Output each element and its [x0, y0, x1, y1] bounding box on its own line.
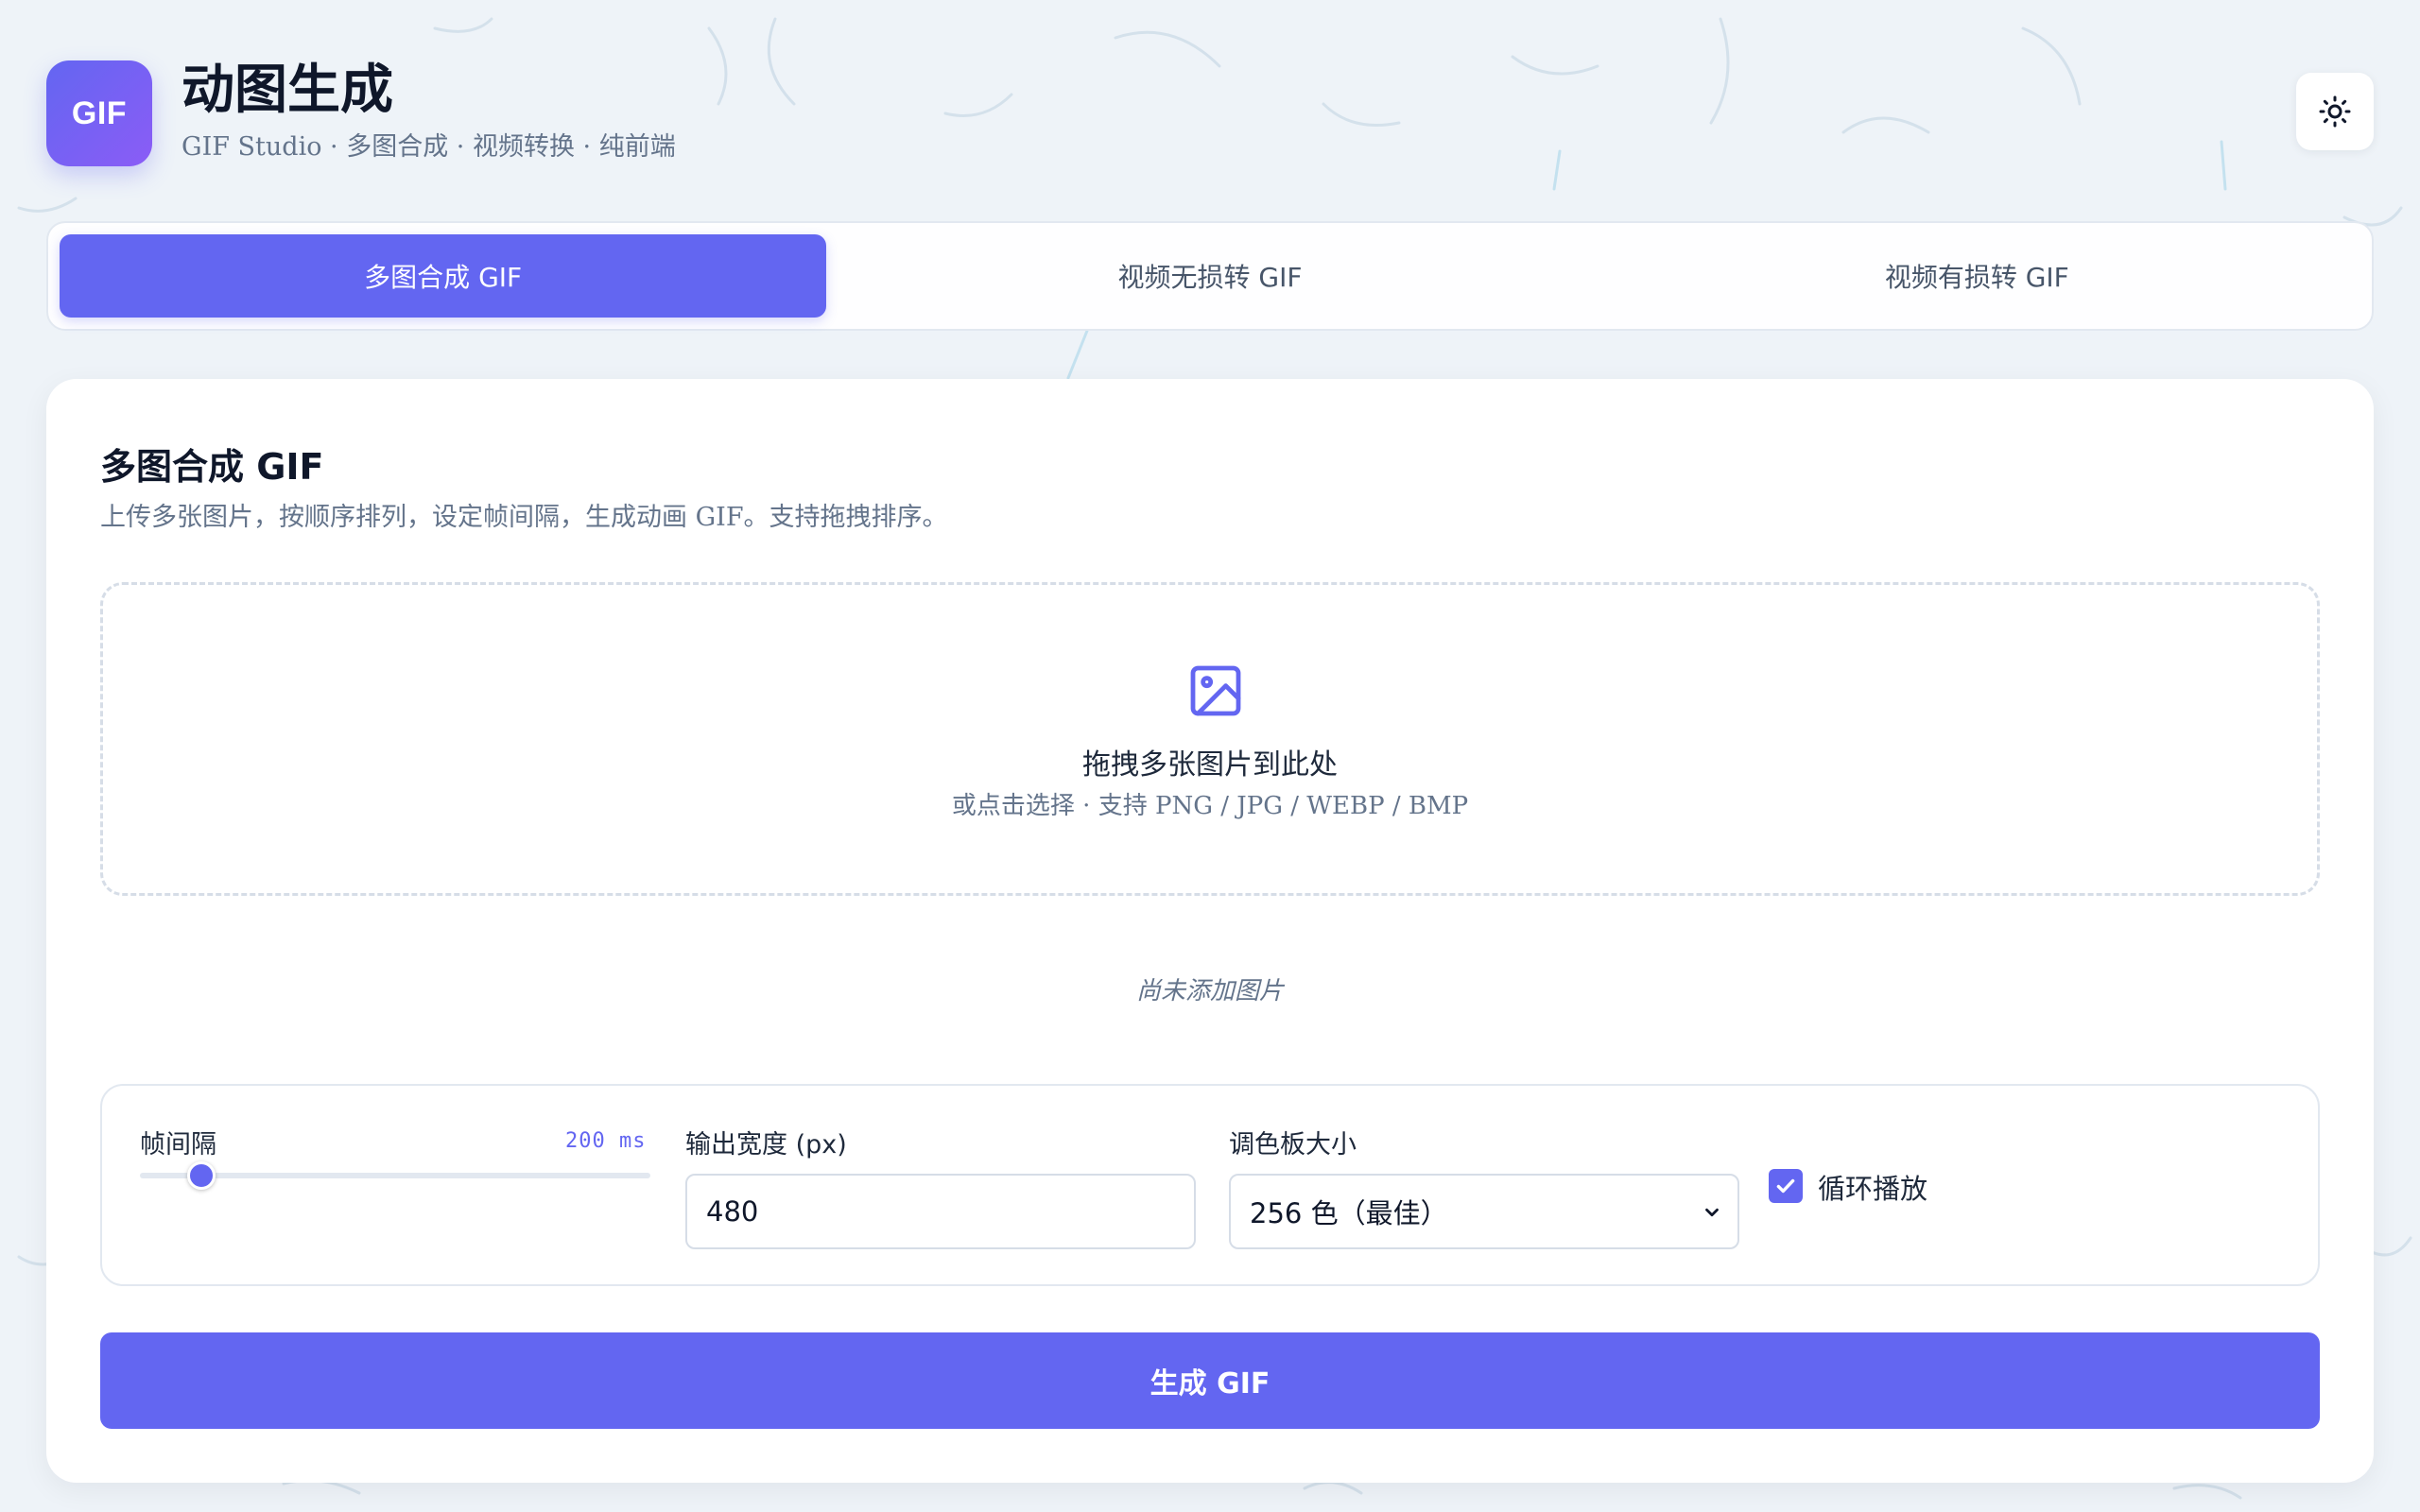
app-page: GIF 动图生成 GIF Studio · 多图合成 · 视频转换 · 纯前端 …	[46, 0, 2374, 1512]
tab-images-to-gif[interactable]: 多图合成 GIF	[60, 234, 827, 318]
width-input[interactable]: 480	[685, 1174, 1196, 1249]
settings-panel: 帧间隔 200 ms 输出宽度 (px) 480 调色板大小 256 色（最佳）…	[100, 1084, 2320, 1286]
empty-images-note: 尚未添加图片	[1135, 977, 1284, 1005]
logo-text: GIF	[71, 94, 128, 131]
mode-tabs: 多图合成 GIF 视频无损转 GIF 视频有损转 GIF	[46, 221, 2374, 331]
app-title: 动图生成	[182, 60, 393, 121]
image-icon	[1190, 665, 1241, 716]
main-card: 多图合成 GIF 上传多张图片，按顺序排列，设定帧间隔，生成动画 GIF。支持拖…	[46, 379, 2374, 1483]
theme-toggle-button[interactable]	[2296, 73, 2374, 150]
sun-icon	[2319, 95, 2351, 128]
dropzone-sub-text: 或点击选择 · 支持 PNG / JPG / WEBP / BMP	[951, 792, 1469, 820]
image-dropzone[interactable]: 拖拽多张图片到此处 或点击选择 · 支持 PNG / JPG / WEBP / …	[100, 582, 2320, 896]
generate-gif-button[interactable]: 生成 GIF	[100, 1332, 2320, 1429]
interval-label: 帧间隔	[140, 1130, 216, 1160]
check-icon	[1776, 1178, 1795, 1194]
app-logo: GIF	[46, 60, 152, 166]
app-subtitle: GIF Studio · 多图合成 · 视频转换 · 纯前端	[182, 132, 676, 162]
interval-slider-thumb[interactable]	[186, 1161, 216, 1190]
dropzone-main-text: 拖拽多张图片到此处	[1082, 748, 1338, 782]
tab-video-lossless-gif[interactable]: 视频无损转 GIF	[826, 234, 1593, 318]
width-label: 输出宽度 (px)	[685, 1130, 847, 1160]
palette-select[interactable]: 256 色（最佳）	[1229, 1174, 1739, 1249]
palette-selected-value: 256 色（最佳）	[1250, 1197, 1448, 1229]
tab-video-lossy-gif[interactable]: 视频有损转 GIF	[1594, 234, 2360, 318]
interval-value: 200 ms	[565, 1129, 647, 1153]
loop-label[interactable]: 循环播放	[1818, 1167, 1927, 1207]
loop-checkbox[interactable]	[1769, 1169, 1803, 1203]
panel-description: 上传多张图片，按顺序排列，设定帧间隔，生成动画 GIF。支持拖拽排序。	[100, 503, 948, 532]
chevron-down-icon	[1705, 1208, 1719, 1217]
panel-title: 多图合成 GIF	[100, 446, 324, 488]
interval-slider-track[interactable]	[140, 1173, 650, 1178]
app-header: GIF 动图生成 GIF Studio · 多图合成 · 视频转换 · 纯前端	[46, 60, 2374, 166]
palette-label: 调色板大小	[1229, 1130, 1357, 1160]
